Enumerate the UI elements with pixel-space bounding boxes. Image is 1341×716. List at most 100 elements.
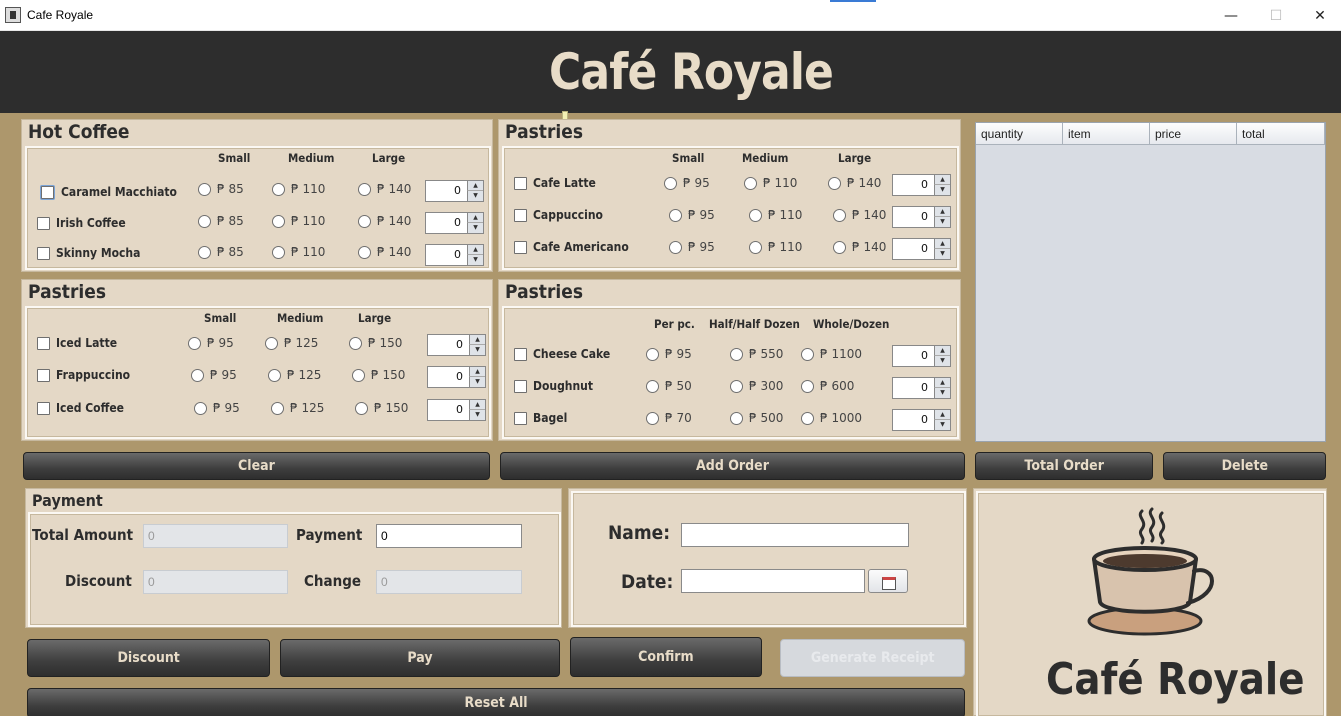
size-radio-medium[interactable] bbox=[271, 402, 284, 415]
generate-receipt-button[interactable]: Generate Receipt bbox=[780, 639, 965, 677]
size-radio-small[interactable] bbox=[664, 177, 677, 190]
name-input[interactable] bbox=[681, 523, 909, 547]
spinner-up-icon[interactable]: ▲ bbox=[934, 346, 950, 356]
size-radio-medium[interactable] bbox=[749, 241, 762, 254]
item-checkbox[interactable] bbox=[37, 337, 50, 350]
spinner-up-icon[interactable]: ▲ bbox=[469, 400, 485, 410]
size-radio-large[interactable] bbox=[358, 246, 371, 259]
spinner-down-icon[interactable]: ▼ bbox=[934, 249, 950, 259]
item-checkbox[interactable] bbox=[514, 177, 527, 190]
payment-input[interactable]: 0 bbox=[376, 524, 522, 548]
spinner-up-icon[interactable]: ▲ bbox=[934, 175, 950, 185]
size-radio-dozen[interactable] bbox=[801, 348, 814, 361]
spinner-down-icon[interactable]: ▼ bbox=[469, 410, 485, 420]
column-header-quantity[interactable]: quantity bbox=[976, 123, 1063, 145]
size-radio-medium[interactable] bbox=[272, 215, 285, 228]
column-header-total[interactable]: total bbox=[1237, 123, 1325, 145]
spinner-up-icon[interactable]: ▲ bbox=[469, 367, 485, 377]
spinner-down-icon[interactable]: ▼ bbox=[934, 388, 950, 398]
order-table[interactable]: quantity item price total bbox=[975, 122, 1326, 442]
size-radio-large[interactable] bbox=[828, 177, 841, 190]
size-radio-small[interactable] bbox=[194, 402, 207, 415]
discount-button[interactable]: Discount bbox=[27, 639, 270, 677]
item-checkbox[interactable] bbox=[514, 209, 527, 222]
spinner-down-icon[interactable]: ▼ bbox=[469, 345, 485, 355]
total-order-button[interactable]: Total Order bbox=[975, 452, 1153, 480]
column-header-price[interactable]: price bbox=[1150, 123, 1237, 145]
size-radio-per-piece[interactable] bbox=[646, 380, 659, 393]
spinner-up-icon[interactable]: ▲ bbox=[467, 245, 483, 255]
size-radio-medium[interactable] bbox=[744, 177, 757, 190]
column-header-item[interactable]: item bbox=[1063, 123, 1150, 145]
size-radio-large[interactable] bbox=[349, 337, 362, 350]
spinner-up-icon[interactable]: ▲ bbox=[467, 181, 483, 191]
size-radio-large[interactable] bbox=[358, 215, 371, 228]
item-checkbox[interactable] bbox=[514, 241, 527, 254]
size-radio-dozen[interactable] bbox=[801, 412, 814, 425]
spinner-down-icon[interactable]: ▼ bbox=[934, 420, 950, 430]
size-radio-small[interactable] bbox=[198, 246, 211, 259]
confirm-button[interactable]: Confirm bbox=[570, 637, 762, 677]
minimize-button[interactable]: — bbox=[1208, 0, 1254, 31]
size-radio-small[interactable] bbox=[198, 183, 211, 196]
spinner-down-icon[interactable]: ▼ bbox=[467, 223, 483, 233]
date-input[interactable] bbox=[681, 569, 865, 593]
clear-button[interactable]: Clear bbox=[23, 452, 490, 480]
item-checkbox[interactable] bbox=[37, 217, 50, 230]
quantity-spinner[interactable]: 0 ▲ ▼ bbox=[892, 409, 951, 431]
quantity-spinner[interactable]: 0 ▲ ▼ bbox=[427, 334, 486, 356]
quantity-spinner[interactable]: 0 ▲ ▼ bbox=[892, 238, 951, 260]
spinner-up-icon[interactable]: ▲ bbox=[467, 213, 483, 223]
size-radio-dozen[interactable] bbox=[801, 380, 814, 393]
quantity-spinner[interactable]: 0 ▲ ▼ bbox=[425, 212, 484, 234]
item-checkbox[interactable] bbox=[514, 348, 527, 361]
spinner-up-icon[interactable]: ▲ bbox=[469, 335, 485, 345]
item-checkbox[interactable] bbox=[37, 402, 50, 415]
calendar-icon[interactable] bbox=[868, 569, 908, 593]
quantity-spinner[interactable]: 0 ▲ ▼ bbox=[425, 180, 484, 202]
spinner-down-icon[interactable]: ▼ bbox=[934, 185, 950, 195]
maximize-button[interactable]: ☐ bbox=[1253, 0, 1299, 31]
quantity-spinner[interactable]: 0 ▲ ▼ bbox=[425, 244, 484, 266]
item-checkbox[interactable] bbox=[514, 380, 527, 393]
quantity-spinner[interactable]: 0 ▲ ▼ bbox=[892, 377, 951, 399]
item-checkbox[interactable] bbox=[514, 412, 527, 425]
size-radio-medium[interactable] bbox=[268, 369, 281, 382]
size-radio-small[interactable] bbox=[198, 215, 211, 228]
spinner-down-icon[interactable]: ▼ bbox=[469, 377, 485, 387]
size-radio-medium[interactable] bbox=[265, 337, 278, 350]
spinner-up-icon[interactable]: ▲ bbox=[934, 239, 950, 249]
quantity-spinner[interactable]: 0 ▲ ▼ bbox=[427, 366, 486, 388]
size-radio-half-dozen[interactable] bbox=[730, 348, 743, 361]
spinner-down-icon[interactable]: ▼ bbox=[467, 191, 483, 201]
spinner-up-icon[interactable]: ▲ bbox=[934, 378, 950, 388]
size-radio-large[interactable] bbox=[833, 209, 846, 222]
size-radio-medium[interactable] bbox=[272, 183, 285, 196]
add-order-button[interactable]: Add Order bbox=[500, 452, 965, 480]
size-radio-large[interactable] bbox=[833, 241, 846, 254]
spinner-down-icon[interactable]: ▼ bbox=[467, 255, 483, 265]
close-button[interactable]: ✕ bbox=[1297, 0, 1341, 31]
quantity-spinner[interactable]: 0 ▲ ▼ bbox=[892, 206, 951, 228]
spinner-down-icon[interactable]: ▼ bbox=[934, 217, 950, 227]
size-radio-small[interactable] bbox=[669, 209, 682, 222]
spinner-down-icon[interactable]: ▼ bbox=[934, 356, 950, 366]
spinner-up-icon[interactable]: ▲ bbox=[934, 207, 950, 217]
item-checkbox[interactable] bbox=[37, 247, 50, 260]
quantity-spinner[interactable]: 0 ▲ ▼ bbox=[892, 345, 951, 367]
reset-all-button[interactable]: Reset All bbox=[27, 688, 965, 716]
size-radio-medium[interactable] bbox=[749, 209, 762, 222]
size-radio-small[interactable] bbox=[669, 241, 682, 254]
size-radio-small[interactable] bbox=[191, 369, 204, 382]
item-checkbox[interactable] bbox=[41, 186, 54, 199]
delete-button[interactable]: Delete bbox=[1163, 452, 1326, 480]
item-checkbox[interactable] bbox=[37, 369, 50, 382]
spinner-up-icon[interactable]: ▲ bbox=[934, 410, 950, 420]
quantity-spinner[interactable]: 0 ▲ ▼ bbox=[427, 399, 486, 421]
size-radio-large[interactable] bbox=[355, 402, 368, 415]
size-radio-per-piece[interactable] bbox=[646, 348, 659, 361]
size-radio-small[interactable] bbox=[188, 337, 201, 350]
pay-button[interactable]: Pay bbox=[280, 639, 560, 677]
size-radio-per-piece[interactable] bbox=[646, 412, 659, 425]
size-radio-large[interactable] bbox=[358, 183, 371, 196]
